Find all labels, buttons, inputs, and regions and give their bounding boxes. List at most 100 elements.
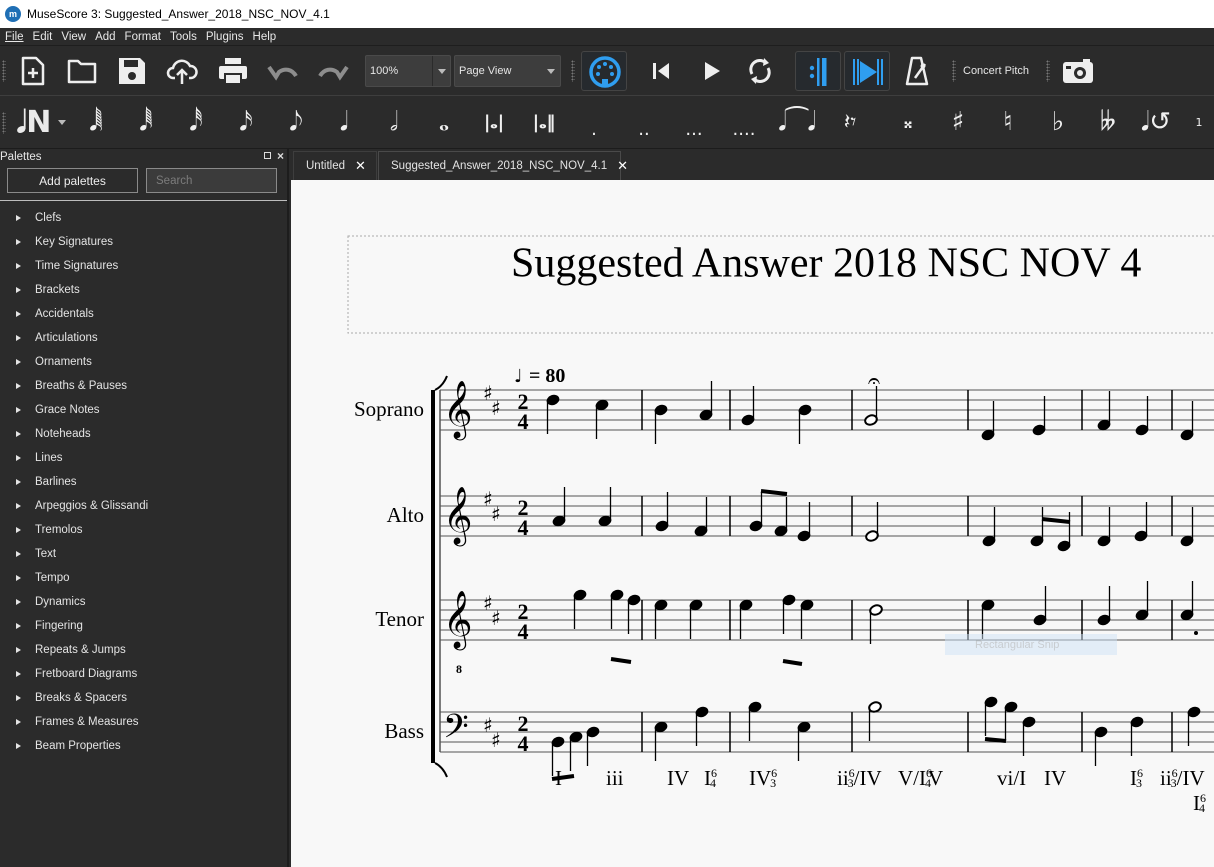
duration-128th-button[interactable]: 𝅘𝅥𝅲 — [76, 100, 116, 144]
duration-64th-button[interactable]: 𝅘𝅥𝅱 — [126, 100, 166, 144]
tempo-marking[interactable]: ♩ = 80 — [514, 365, 565, 387]
toolbar-grip[interactable] — [1046, 60, 1050, 82]
duration-longa-button[interactable]: |𝅝‖ — [524, 100, 564, 144]
roman-numeral[interactable]: IV — [1044, 766, 1066, 790]
rewind-button[interactable] — [644, 54, 678, 88]
palette-item[interactable]: Noteheads — [0, 422, 287, 446]
palette-item[interactable]: Breaths & Pauses — [0, 374, 287, 398]
float-panel-icon[interactable] — [264, 152, 271, 159]
dot-2-button[interactable]: .. — [624, 100, 664, 144]
palette-item[interactable]: Accidentals — [0, 302, 287, 326]
concert-pitch-toggle[interactable]: Concert Pitch — [963, 60, 1029, 82]
duration-eighth-button[interactable]: 𝅘𝅥𝅮 — [276, 100, 316, 144]
play-repeats-button[interactable] — [795, 51, 841, 91]
duration-half-button[interactable]: 𝅗𝅥 — [374, 100, 414, 144]
roman-numeral[interactable]: I6 4 — [1193, 791, 1206, 815]
palette-item[interactable]: Breaks & Spacers — [0, 686, 287, 710]
tab-suggested-answer[interactable]: Suggested_Answer_2018_NSC_NOV_4.1 ✕ — [378, 151, 628, 180]
menu-format[interactable]: Format — [125, 31, 161, 43]
toolbar-grip[interactable] — [952, 60, 956, 82]
menu-file[interactable]: File — [5, 31, 24, 43]
palette-item[interactable]: Fingering — [0, 614, 287, 638]
time-signature-bottom[interactable]: 4 — [518, 515, 529, 540]
staff-name[interactable]: Tenor — [375, 607, 424, 631]
score-canvas[interactable]: Suggested Answer 2018 NSC NOV 4 ♩ = 80 S… — [291, 180, 1214, 867]
dot-3-button[interactable]: ... — [674, 100, 714, 144]
staff-name[interactable]: Alto — [387, 503, 424, 527]
note-input-mode-button[interactable]: 𝅘𝅥N — [14, 102, 54, 142]
image-capture-button[interactable] — [1060, 54, 1096, 88]
treble-clef-icon[interactable]: 𝄞 — [443, 486, 473, 547]
duration-16th-button[interactable]: 𝅘𝅥𝅯 — [226, 100, 266, 144]
roman-numeral[interactable]: vi/I — [997, 766, 1026, 790]
palette-item[interactable]: Grace Notes — [0, 398, 287, 422]
close-tab-icon[interactable]: ✕ — [355, 158, 366, 174]
upload-cloud-button[interactable] — [165, 54, 199, 88]
sharp-icon[interactable]: ♯ — [491, 396, 501, 420]
palette-item[interactable]: Brackets — [0, 278, 287, 302]
voice-1-button[interactable]: 1 — [1186, 100, 1212, 144]
roman-numeral[interactable]: ii6 3/IV — [837, 766, 882, 790]
loop-button[interactable] — [743, 54, 777, 88]
time-signature-bottom[interactable]: 4 — [518, 619, 529, 644]
pan-score-button[interactable] — [844, 51, 890, 91]
palette-item[interactable]: Barlines — [0, 470, 287, 494]
palette-item[interactable]: Beam Properties — [0, 734, 287, 758]
dot-1-button[interactable]: . — [574, 100, 614, 144]
rest-button[interactable]: 𝄽𝄾 — [830, 100, 870, 144]
menu-tools[interactable]: Tools — [170, 31, 197, 43]
score-title[interactable]: Suggested Answer 2018 NSC NOV 4 — [511, 241, 1141, 287]
menu-add[interactable]: Add — [95, 31, 115, 43]
roman-numeral[interactable]: I6 4 — [704, 766, 717, 790]
toolbar-grip[interactable] — [571, 60, 575, 82]
duration-breve-button[interactable]: |𝅝| — [474, 100, 514, 144]
sharp-icon[interactable]: ♯ — [491, 606, 501, 630]
treble-clef-icon[interactable]: 𝄞 — [443, 590, 473, 651]
zoom-dropdown-arrow-icon[interactable] — [432, 56, 450, 86]
staff-name[interactable]: Bass — [384, 719, 424, 743]
time-signature-bottom[interactable]: 4 — [518, 731, 529, 756]
toolbar-grip[interactable] — [2, 60, 6, 82]
midi-input-button[interactable] — [581, 51, 627, 91]
sharp-icon[interactable]: ♯ — [491, 728, 501, 752]
palette-item[interactable]: Repeats & Jumps — [0, 638, 287, 662]
new-score-button[interactable] — [18, 54, 48, 88]
palette-item[interactable]: Arpeggios & Glissandi — [0, 494, 287, 518]
roman-numeral[interactable]: I6 3 — [1130, 766, 1143, 790]
palette-item[interactable]: Text — [0, 542, 287, 566]
dot-4-button[interactable]: .... — [724, 100, 764, 144]
treble-clef-icon[interactable]: 𝄞 — [443, 380, 473, 441]
print-button[interactable] — [216, 54, 250, 88]
bass-clef-icon[interactable]: 𝄢 — [443, 708, 469, 754]
palette-item[interactable]: Fretboard Diagrams — [0, 662, 287, 686]
close-panel-icon[interactable]: × — [277, 149, 284, 163]
roman-numeral[interactable]: I — [555, 766, 562, 790]
flat-button[interactable]: ♭ — [1038, 100, 1078, 144]
note-input-mode-dropdown[interactable] — [56, 112, 68, 132]
menu-plugins[interactable]: Plugins — [206, 31, 244, 43]
palette-item[interactable]: Ornaments — [0, 350, 287, 374]
double-flat-button[interactable]: 𝄫 — [1088, 100, 1128, 144]
duration-quarter-button[interactable]: 𝅘𝅥 — [324, 100, 364, 144]
double-sharp-button[interactable]: 𝄪 — [888, 100, 928, 144]
palette-search-input[interactable] — [146, 168, 277, 193]
fermata-icon[interactable]: 𝄐 — [868, 369, 880, 394]
palette-item[interactable]: Dynamics — [0, 590, 287, 614]
menu-help[interactable]: Help — [253, 31, 277, 43]
roman-numeral[interactable]: V/I6 4 — [898, 766, 932, 790]
zoom-combo[interactable]: 100% — [365, 55, 451, 87]
staff-name[interactable]: Soprano — [354, 397, 424, 421]
view-mode-dropdown-arrow-icon[interactable] — [542, 56, 560, 86]
natural-button[interactable]: ♮ — [988, 100, 1028, 144]
view-mode-select[interactable]: Page View — [454, 55, 561, 87]
menu-view[interactable]: View — [61, 31, 86, 43]
palette-item[interactable]: Clefs — [0, 206, 287, 230]
menu-edit[interactable]: Edit — [33, 31, 53, 43]
open-button[interactable] — [66, 54, 98, 88]
roman-numeral[interactable]: V — [928, 766, 943, 790]
metronome-button[interactable] — [902, 54, 932, 88]
toolbar-grip[interactable] — [2, 112, 6, 134]
tab-untitled[interactable]: Untitled ✕ — [293, 151, 377, 180]
duration-32nd-button[interactable]: 𝅘𝅥𝅰 — [176, 100, 216, 144]
palette-item[interactable]: Frames & Measures — [0, 710, 287, 734]
